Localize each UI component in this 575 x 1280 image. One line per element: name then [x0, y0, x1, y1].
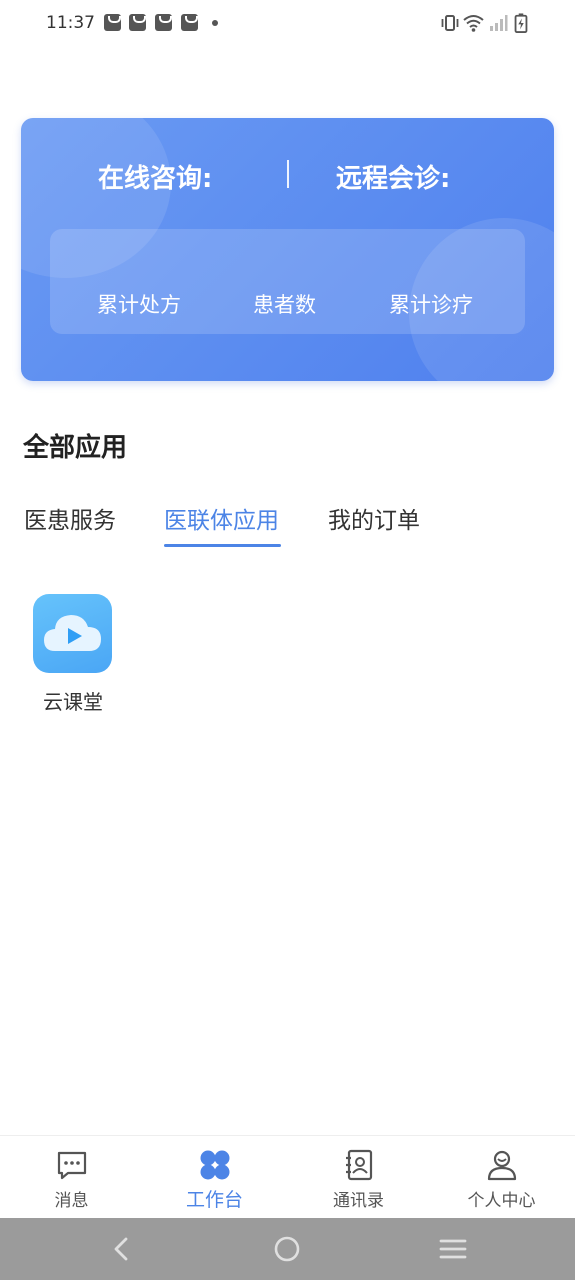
stat-total-treatments: 累计诊疗 [389, 293, 473, 317]
section-title: 全部应用 [23, 433, 128, 463]
online-consult-label[interactable]: 在线咨询: [98, 158, 212, 195]
wifi-icon [463, 15, 484, 32]
battery-charging-icon [514, 13, 528, 33]
stats-box: 累计处方 患者数 累计诊疗 [50, 229, 525, 334]
more-notifications-dot [212, 20, 218, 26]
remote-consult-label[interactable]: 远程会诊: [336, 158, 450, 195]
shopping-bag-icon [181, 14, 198, 31]
nav-item-workbench[interactable]: 工作台 [143, 1136, 286, 1219]
card-divider [287, 160, 289, 188]
menu-icon[interactable] [438, 1234, 468, 1264]
shopping-bag-icon [104, 14, 121, 31]
stat-total-prescriptions: 累计处方 [97, 293, 181, 317]
tab-my-orders[interactable]: 我的订单 [328, 501, 420, 535]
status-time: 11:37 [46, 13, 95, 33]
nav-label-contacts: 通讯录 [333, 1191, 384, 1211]
workbench-icon [200, 1150, 229, 1180]
contacts-icon [345, 1149, 372, 1181]
tab-medical-alliance-apps[interactable]: 医联体应用 [164, 501, 279, 535]
app-tile-cloud-classroom[interactable]: 云课堂 [24, 594, 122, 718]
tab-doctor-patient-service[interactable]: 医患服务 [24, 501, 116, 535]
bottom-nav: 消息 工作台 通讯录 个人中心 [0, 1135, 575, 1218]
nav-label-workbench: 工作台 [185, 1189, 243, 1211]
nav-item-profile[interactable]: 个人中心 [430, 1136, 573, 1219]
active-tab-indicator [164, 544, 281, 547]
summary-card: 在线咨询: 远程会诊: 累计处方 患者数 累计诊疗 [21, 118, 554, 381]
profile-icon [487, 1150, 516, 1181]
shopping-bag-icon [155, 14, 172, 31]
home-icon[interactable] [272, 1234, 302, 1264]
stat-patient-count: 患者数 [253, 293, 316, 317]
signal-icon [490, 15, 508, 31]
nav-label-messages: 消息 [54, 1191, 89, 1211]
status-bar: 11:37 [0, 0, 575, 48]
back-icon[interactable] [107, 1234, 137, 1264]
app-label: 云课堂 [43, 690, 103, 714]
system-nav-bar [0, 1218, 575, 1280]
nav-label-profile: 个人中心 [467, 1191, 536, 1211]
cloud-play-icon[interactable] [33, 594, 112, 673]
vibrate-icon [441, 15, 459, 31]
message-icon [57, 1151, 86, 1180]
shopping-bag-icon [129, 14, 146, 31]
nav-item-messages[interactable]: 消息 [0, 1136, 143, 1219]
nav-item-contacts[interactable]: 通讯录 [287, 1136, 430, 1219]
screen: 11:37 在线咨询: 远程会诊: 累计处方 患者数 累计诊疗 全部应用 医患服… [0, 0, 575, 1280]
